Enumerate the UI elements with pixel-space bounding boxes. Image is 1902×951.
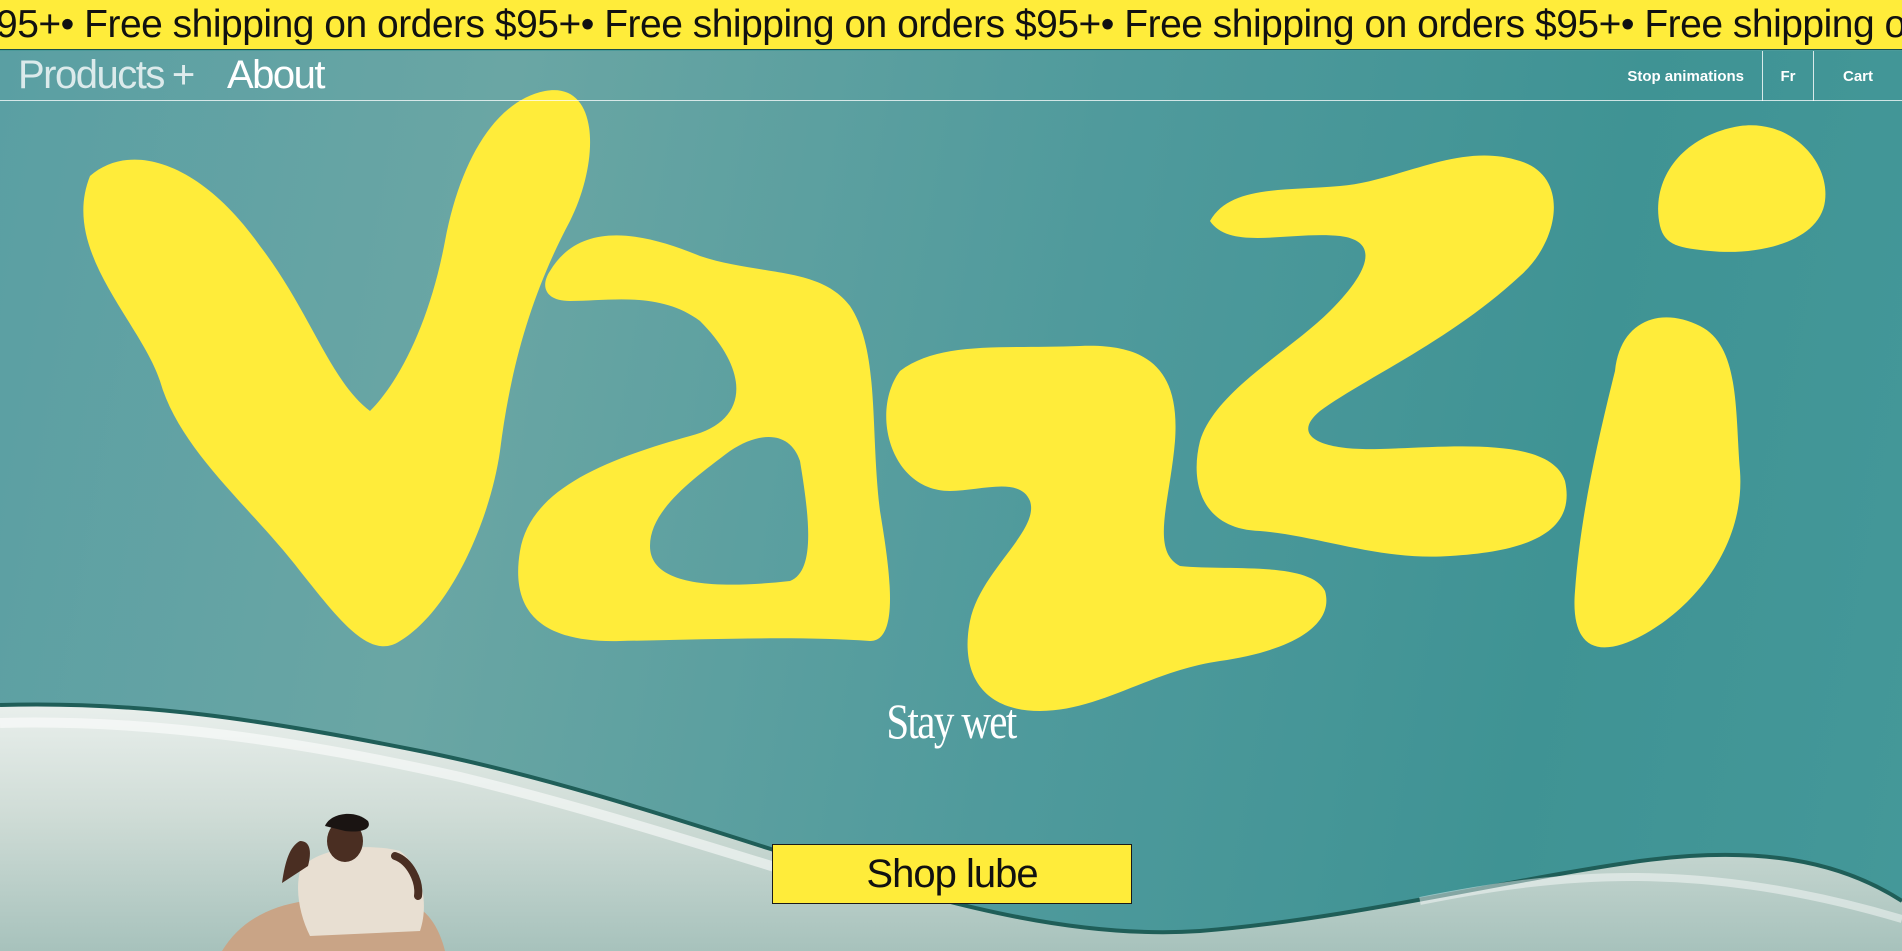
logo-letter-i-dot (1658, 125, 1826, 252)
hero-section (0, 51, 1902, 951)
plus-icon: + (171, 53, 195, 97)
vazzi-logo (83, 90, 1826, 711)
announcement-text: 95+• Free shipping on orders $95+• Free … (0, 3, 1902, 46)
main-navigation: Products + About Stop animations Fr Cart (0, 51, 1902, 101)
cart-button[interactable]: Cart (1814, 51, 1902, 101)
nav-about-link[interactable]: About (227, 53, 326, 98)
hero-background-illustration (0, 90, 1902, 951)
nav-products-label: Products (18, 53, 165, 97)
logo-letter-a (518, 235, 890, 642)
nav-utility-links: Stop animations Fr Cart (1614, 51, 1902, 101)
announcement-bar: 95+• Free shipping on orders $95+• Free … (0, 0, 1902, 50)
stop-animations-button[interactable]: Stop animations (1614, 51, 1762, 101)
shop-lube-button[interactable]: Shop lube (772, 844, 1132, 904)
logo-letter-z2 (1196, 155, 1567, 557)
hero-tagline: Stay wet (886, 693, 1017, 749)
language-toggle[interactable]: Fr (1762, 51, 1814, 101)
logo-letter-i-stem (1574, 317, 1741, 648)
logo-letter-v (83, 90, 591, 647)
nav-products-menu[interactable]: Products + (18, 53, 195, 98)
